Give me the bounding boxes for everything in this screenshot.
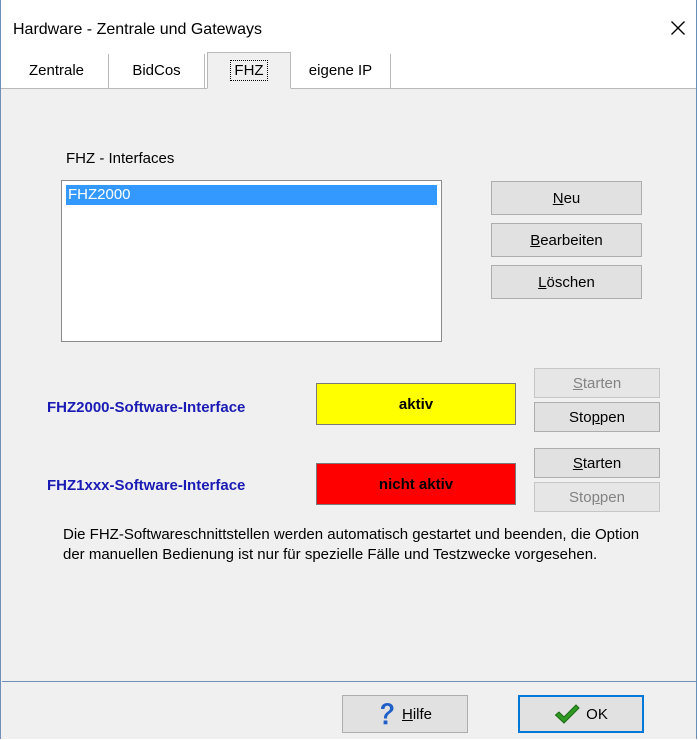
tab-panel-fhz: FHZ - Interfaces FHZ2000 Neu Bearbeiten … (1, 89, 696, 739)
question-mark-icon (380, 703, 394, 725)
window-title: Hardware - Zentrale und Gateways (13, 21, 262, 38)
close-button[interactable] (660, 10, 696, 46)
ok-button[interactable]: OK (518, 695, 644, 733)
help-button-label: Hilfe (401, 705, 433, 723)
new-button-label: Neu (552, 189, 581, 207)
edit-button[interactable]: Bearbeiten (491, 223, 642, 257)
interfaces-listbox[interactable]: FHZ2000 (61, 180, 442, 342)
footer-divider (2, 681, 696, 682)
fhz2000-stop-label: Stoppen (569, 408, 625, 426)
tab-eigene-ip[interactable]: eigene IP (291, 54, 391, 88)
tab-label: BidCos (132, 62, 181, 79)
edit-button-label: Bearbeiten (530, 231, 603, 249)
close-icon (671, 21, 685, 35)
tab-zentrale[interactable]: Zentrale (5, 54, 109, 88)
fhz2000-status-indicator: aktiv (316, 383, 516, 425)
fhz1xxx-start-label: Starten (572, 454, 622, 472)
fhz1xxx-stop-label: Stoppen (569, 488, 625, 506)
tab-strip: Zentrale BidCos FHZ eigene IP (1, 46, 696, 89)
fhz1xxx-stop-button[interactable]: Stoppen (534, 482, 660, 512)
tab-bidcos[interactable]: BidCos (109, 54, 205, 88)
fhz2000-start-button[interactable]: Starten (534, 368, 660, 398)
fhz1xxx-status-text: nicht aktiv (378, 475, 454, 493)
fhz1xxx-interface-label: FHZ1xxx-Software-Interface (47, 477, 246, 494)
checkmark-icon (554, 704, 580, 724)
fhz2000-start-label: Starten (572, 374, 622, 392)
list-item[interactable]: FHZ2000 (66, 185, 437, 205)
title-bar: Hardware - Zentrale und Gateways (1, 0, 696, 46)
tab-label: FHZ (230, 60, 268, 81)
tab-label: Zentrale (28, 62, 85, 79)
fhz2000-status-text: aktiv (398, 395, 434, 413)
ok-button-label: OK (586, 705, 608, 723)
fhz2000-stop-button[interactable]: Stoppen (534, 402, 660, 432)
help-button[interactable]: Hilfe (342, 695, 468, 733)
info-text: Die FHZ-Softwareschnittstellen werden au… (63, 526, 640, 563)
fhz2000-interface-label: FHZ2000-Software-Interface (47, 399, 246, 416)
delete-button-label: Löschen (538, 273, 595, 291)
tab-label: eigene IP (308, 62, 373, 79)
dialog-window: Hardware - Zentrale und Gateways Zentral… (0, 0, 697, 739)
tab-fhz[interactable]: FHZ (207, 52, 291, 89)
interfaces-heading: FHZ - Interfaces (66, 150, 175, 167)
new-button[interactable]: Neu (491, 181, 642, 215)
delete-button[interactable]: Löschen (491, 265, 642, 299)
fhz1xxx-start-button[interactable]: Starten (534, 448, 660, 478)
fhz1xxx-status-indicator: nicht aktiv (316, 463, 516, 505)
